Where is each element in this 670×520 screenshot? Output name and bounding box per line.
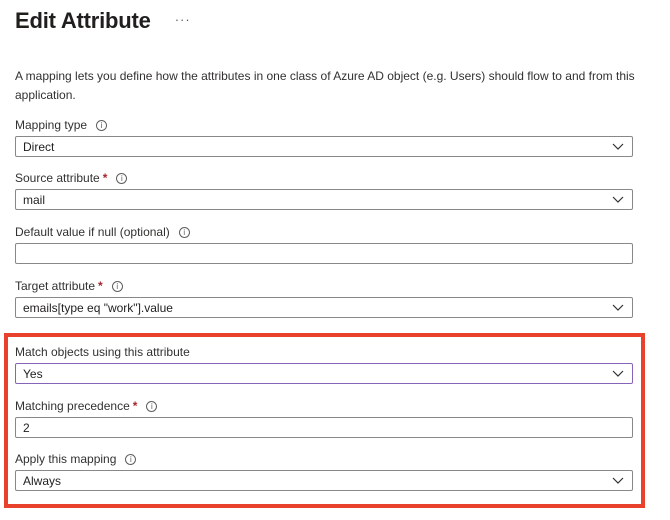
- match-objects-label-row: Match objects using this attribute: [15, 345, 190, 359]
- apply-mapping-label: Apply this mapping: [15, 452, 117, 466]
- info-icon[interactable]: i: [125, 453, 137, 465]
- title-row: Edit Attribute ···: [15, 8, 191, 34]
- chevron-down-icon: [612, 196, 624, 203]
- chevron-down-icon: [612, 477, 624, 484]
- match-objects-value: Yes: [23, 366, 43, 381]
- apply-mapping-dropdown[interactable]: Always: [15, 470, 633, 491]
- target-attribute-dropdown[interactable]: emails[type eq "work"].value: [15, 297, 633, 318]
- chevron-down-icon: [612, 304, 624, 311]
- chevron-down-icon: [612, 143, 624, 150]
- default-value-input[interactable]: [15, 243, 633, 264]
- matching-precedence-input[interactable]: 2: [15, 417, 633, 438]
- required-marker: *: [102, 171, 108, 185]
- page-title: Edit Attribute: [15, 8, 151, 33]
- apply-mapping-label-row: Apply this mapping i: [15, 452, 137, 466]
- match-objects-dropdown[interactable]: Yes: [15, 363, 633, 384]
- mapping-type-label: Mapping type: [15, 118, 88, 132]
- mapping-type-dropdown[interactable]: Direct: [15, 136, 633, 157]
- target-attribute-label-row: Target attribute * i: [15, 279, 123, 293]
- source-attribute-value: mail: [23, 192, 46, 207]
- default-value-label: Default value if null (optional): [15, 225, 170, 239]
- mapping-description: A mapping lets you define how the attrib…: [15, 69, 635, 102]
- info-icon[interactable]: i: [116, 172, 128, 184]
- more-icon[interactable]: ···: [175, 12, 191, 27]
- default-value-label-row: Default value if null (optional) i: [15, 225, 190, 239]
- source-attribute-dropdown[interactable]: mail: [15, 189, 633, 210]
- source-attribute-label-row: Source attribute * i: [15, 171, 128, 185]
- matching-precedence-value: 2: [23, 420, 30, 435]
- info-icon[interactable]: i: [96, 119, 108, 131]
- info-icon[interactable]: i: [178, 226, 190, 238]
- required-marker: *: [132, 399, 138, 413]
- target-attribute-label: Target attribute: [15, 279, 96, 293]
- mapping-type-label-row: Mapping type i: [15, 118, 108, 132]
- mapping-type-value: Direct: [23, 139, 55, 154]
- target-attribute-value: emails[type eq "work"].value: [23, 300, 173, 315]
- info-icon[interactable]: i: [146, 400, 158, 412]
- required-marker: *: [98, 279, 103, 293]
- match-objects-label: Match objects using this attribute: [15, 345, 190, 359]
- chevron-down-icon: [612, 370, 624, 377]
- matching-precedence-label: Matching precedence: [15, 399, 130, 413]
- matching-precedence-label-row: Matching precedence * i: [15, 399, 158, 413]
- info-icon[interactable]: i: [111, 280, 123, 292]
- source-attribute-label: Source attribute: [15, 171, 100, 185]
- apply-mapping-value: Always: [23, 473, 62, 488]
